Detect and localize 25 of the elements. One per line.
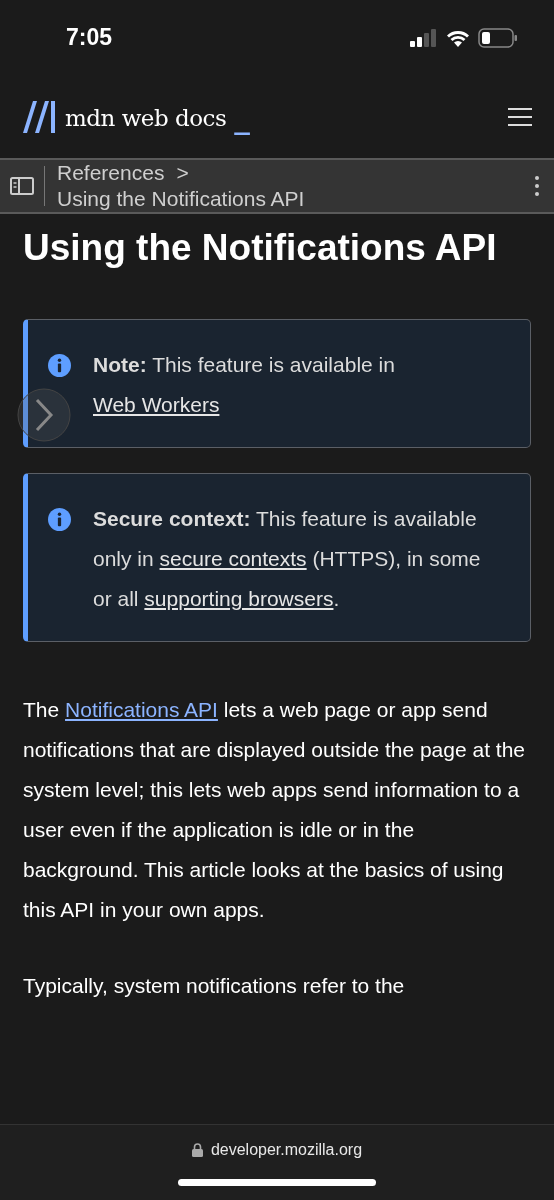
- lock-icon: [191, 1143, 203, 1157]
- info-icon: [48, 354, 71, 377]
- chevron-icon[interactable]: [17, 388, 71, 442]
- link[interactable]: Web Workers: [93, 393, 220, 416]
- breadcrumb-link[interactable]: References: [57, 160, 165, 186]
- url-text[interactable]: developer.mozilla.org: [210, 1141, 363, 1159]
- menu-icon[interactable]: [508, 106, 532, 127]
- link[interactable]: supporting browsers: [144, 587, 334, 610]
- wifi-icon: [446, 28, 470, 47]
- link[interactable]: secure contexts: [159, 547, 307, 570]
- breadcrumb-current[interactable]: Using the Notifications API: [57, 187, 305, 210]
- signal-icon: [410, 28, 438, 47]
- paragraph: The Notifications API lets a web page or app send notifications that are displayed outside the page at the system level; this lets web apps send information to a user even if the application is idle or in the background. This article looks at the basics of using this API in your own apps.: [23, 697, 526, 923]
- info-icon: [48, 508, 71, 531]
- callout-text: Secure context: This feature is available only in secure contexts (HTTPS), in some or all supporting browsers.: [93, 506, 482, 612]
- cursor: _: [234, 106, 250, 133]
- logo-icon[interactable]: [23, 100, 57, 133]
- page-title: Using the Notifications API: [23, 226, 498, 270]
- link[interactable]: Notifications API: [65, 698, 218, 721]
- logo-text[interactable]: mdn web docs: [65, 106, 227, 133]
- battery-icon: [478, 27, 518, 48]
- paragraph: Typically, system notifications refer to the: [23, 973, 406, 999]
- callout-text: Note: This feature is available in Web Workers: [93, 352, 396, 418]
- breadcrumb-separator: >: [176, 160, 189, 186]
- clock: 7:05: [66, 24, 114, 51]
